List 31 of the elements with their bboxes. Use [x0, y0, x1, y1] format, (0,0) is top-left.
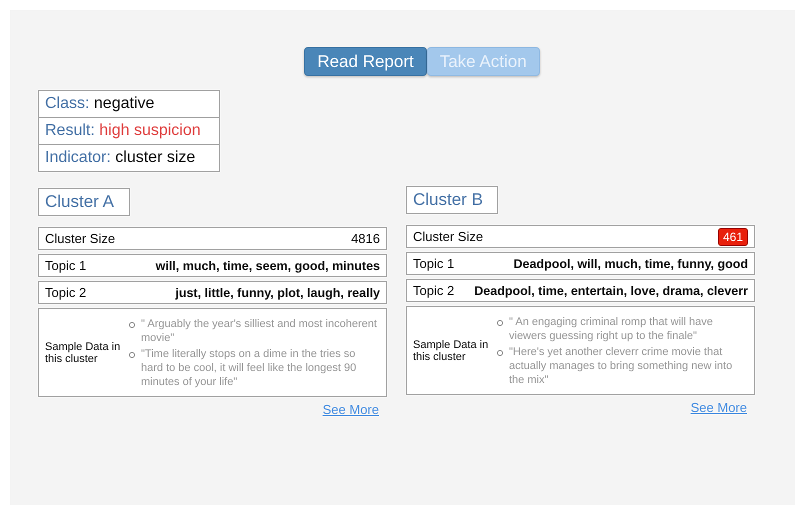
- sample-quote: "Time literally stops on a dime in the tries so hard to be cool, it will feel like the longest 90 minutes of your life": [141, 346, 358, 388]
- tab[interactable]: Take Action: [426, 47, 540, 76]
- sample-quote: "Here's yet another cleverr crime movie that actually manages to bring something new into the mix": [509, 344, 734, 386]
- size-value: 4816: [351, 231, 380, 246]
- see-more-link[interactable]: See More: [322, 402, 379, 417]
- row-label: Topic 2: [413, 283, 454, 298]
- summary-text: Result: high suspicion: [45, 122, 201, 140]
- topic-words: will, much, time, seem, good, minutes: [156, 258, 380, 272]
- topic-words: just, little, funny, plot, laugh, really: [175, 286, 380, 300]
- size-badge: 461: [718, 228, 748, 246]
- bullet-icon: [497, 350, 503, 356]
- row-label: Topic 1: [45, 258, 86, 273]
- row-label: Topic 2: [45, 285, 86, 300]
- sample-quote: " Arguably the year's silliest and most incoherent movie": [141, 316, 378, 344]
- topic-words: Deadpool, time, entertain, love, drama, cleverr: [474, 284, 748, 298]
- topic-words: Deadpool, will, much, time, funny, good: [514, 256, 748, 270]
- row-label: Cluster Size: [413, 229, 484, 244]
- sample-label: Sample Data in this cluster: [45, 340, 122, 364]
- cluster-title: Cluster A: [38, 188, 130, 216]
- sample-label: Sample Data in this cluster: [413, 338, 490, 362]
- row-label: Cluster Size: [45, 231, 116, 246]
- cluster-title: Cluster B: [406, 186, 498, 214]
- sample-quote: " An engaging criminal romp that will have viewers guessing right up to the finale": [509, 314, 714, 342]
- summary-text: Class: negative: [45, 95, 154, 113]
- bullet-icon: [497, 320, 503, 326]
- bullet-icon: [129, 322, 135, 328]
- see-more-link[interactable]: See More: [690, 400, 747, 415]
- tab[interactable]: Read Report: [304, 47, 427, 76]
- bullet-icon: [129, 352, 135, 358]
- summary-text: Indicator: cluster size: [45, 149, 196, 167]
- row-label: Topic 1: [413, 256, 454, 271]
